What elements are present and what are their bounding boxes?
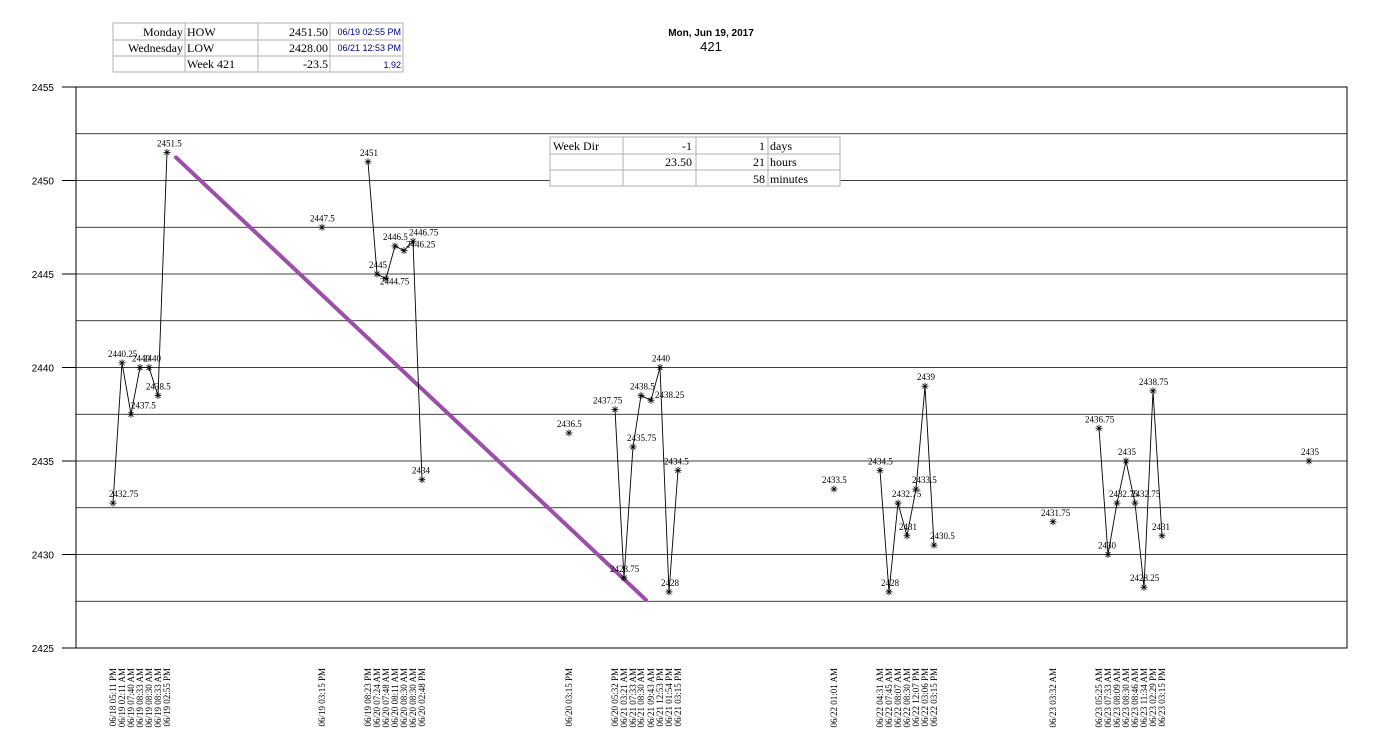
summary-week-label: Week 421 (187, 57, 235, 71)
summary-time-1: 06/19 02:55 PM (337, 27, 401, 37)
data-label: 2451.5 (157, 138, 182, 148)
x-axis-ticks: 06/18 05:11 PM 06/19 02:11 AM 06/19 07:40 … (108, 668, 1167, 728)
data-label: 2440 (143, 354, 162, 364)
data-label: 2446.75 (409, 227, 439, 237)
summary-price-1: 2451.50 (289, 25, 328, 39)
summary-price-2: 2428.00 (289, 41, 328, 55)
week-range-value: 23.50 (665, 155, 692, 169)
data-label: 2435 (1118, 447, 1137, 457)
x-tick-label: 06/22 03:15 PM (929, 668, 939, 727)
data-label: 2430 (1098, 541, 1117, 551)
data-point-marker (1122, 457, 1130, 465)
x-tick-label: 06/19 02:55 PM (162, 668, 172, 727)
data-label: 2445 (369, 260, 388, 270)
x-tick-label: 06/21 08:30 AM (636, 668, 646, 728)
summary-table: Monday HOW 2451.50 06/19 02:55 PM Wednes… (112, 22, 404, 73)
y-tick-label: 2455 (32, 83, 55, 94)
data-label: 2431 (1152, 522, 1170, 532)
data-label: 2428.75 (610, 564, 640, 574)
summary-week-ratio: 1.92 (383, 60, 401, 70)
y-axis-ticks: 2425 2430 2435 2440 2445 2450 2455 (32, 83, 76, 655)
week-table: Week Dir -1 1 days 23.50 21 hours 58 min… (549, 136, 841, 187)
week-minutes-unit: minutes (770, 172, 808, 186)
data-label: 2438.75 (1139, 377, 1169, 387)
data-point-marker (163, 148, 171, 156)
data-point-marker (127, 410, 135, 418)
data-point-marker (136, 364, 144, 371)
y-tick-label: 2435 (32, 457, 55, 468)
data-point-marker (656, 364, 664, 371)
y-tick-label: 2445 (32, 270, 55, 281)
x-tick-label: 06/20 03:15 PM (564, 668, 574, 727)
week-dir-label: Week Dir (553, 139, 599, 153)
data-label: 2432.75 (1131, 489, 1161, 499)
data-label: 2440 (652, 354, 671, 364)
data-label: 2433.5 (912, 475, 937, 485)
summary-type-2: LOW (187, 41, 215, 55)
data-label: 2439 (917, 372, 936, 382)
summary-week-change: -23.5 (303, 57, 328, 71)
summary-day-1: Monday (143, 25, 183, 39)
data-label: 2451 (360, 148, 378, 158)
data-point-marker (409, 237, 417, 245)
data-label: 2444.75 (380, 277, 410, 287)
data-label: 2430.5 (930, 531, 955, 541)
data-point-marker (1104, 551, 1112, 558)
chart-subtitle: 421 (700, 39, 722, 54)
week-hours-unit: hours (770, 155, 797, 169)
data-label: 2435.75 (627, 433, 657, 443)
summary-day-2: Wednesday (128, 41, 183, 55)
data-point-marker (318, 223, 326, 231)
week-hours-value: 21 (753, 155, 765, 169)
data-label: 2434.5 (664, 456, 689, 466)
week-minutes-value: 58 (753, 172, 765, 186)
data-label: 2438.5 (630, 382, 655, 392)
data-label: 2428 (881, 578, 900, 588)
data-point-marker (1149, 387, 1157, 395)
data-label: 2436.75 (1085, 414, 1115, 424)
week-days-value: 1 (759, 139, 765, 153)
y-tick-label: 2430 (32, 551, 55, 562)
data-label: 2432.75 (109, 489, 139, 499)
data-point-marker (620, 574, 628, 582)
data-point-marker (1158, 532, 1166, 540)
chart-title: Mon, Jun 19, 2017 (668, 28, 754, 39)
data-label: 2431.75 (1041, 508, 1071, 518)
data-label: 2438.25 (655, 390, 685, 400)
week-days-unit: days (770, 139, 792, 153)
week-dir-value: -1 (682, 139, 692, 153)
y-tick-label: 2450 (32, 177, 55, 188)
y-tick-label: 2425 (32, 644, 55, 655)
y-tick-label: 2440 (32, 364, 55, 375)
x-tick-label: 06/22 01:01 AM (829, 668, 839, 728)
data-point-marker (364, 158, 372, 166)
data-label: 2431 (899, 522, 917, 532)
chart-canvas: Monday HOW 2451.50 06/19 02:55 PM Wednes… (32, 22, 1348, 728)
x-tick-label: 06/23 03:15 PM (1157, 668, 1167, 727)
data-label: 2434.5 (868, 456, 893, 466)
data-label: 2434 (412, 466, 431, 476)
x-tick-label: 06/21 03:15 PM (673, 668, 683, 727)
data-label: 2433.5 (822, 475, 847, 485)
data-point-marker (903, 532, 911, 540)
data-point-marker (1305, 457, 1313, 465)
x-tick-label: 06/23 03:32 AM (1048, 668, 1058, 728)
summary-time-2: 06/21 12:53 PM (337, 43, 401, 53)
data-label: 2428.25 (1130, 573, 1160, 583)
data-label: 2437.75 (593, 396, 623, 406)
data-label: 2435 (1301, 447, 1320, 457)
data-point-marker (145, 364, 153, 371)
data-label: 2428 (661, 578, 680, 588)
data-label: 2447.5 (310, 213, 335, 223)
data-label: 2438.5 (146, 382, 171, 392)
summary-type-1: HOW (187, 25, 216, 39)
x-tick-label: 06/20 02:48 PM (417, 668, 427, 727)
data-point-marker (391, 242, 399, 250)
data-label: 2436.5 (557, 419, 582, 429)
data-label: 2437.5 (131, 400, 156, 410)
x-tick-label: 06/19 03:15 PM (317, 668, 327, 727)
data-label: 2446.5 (383, 232, 408, 242)
